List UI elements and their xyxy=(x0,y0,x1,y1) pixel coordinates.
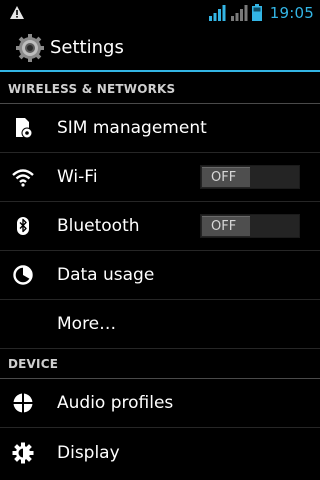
status-bar: 19:05 xyxy=(0,0,320,25)
section-header-wireless: WIRELESS & NETWORKS xyxy=(0,74,320,104)
wifi-toggle[interactable]: OFF xyxy=(200,165,300,189)
wifi-icon xyxy=(11,165,35,189)
settings-list: WIRELESS & NETWORKS SIM management Wi-Fi… xyxy=(0,74,320,477)
section-header-device: DEVICE xyxy=(0,349,320,379)
wifi-toggle-state: OFF xyxy=(202,167,250,187)
settings-item-label: Bluetooth xyxy=(57,216,140,236)
warning-triangle-icon xyxy=(10,6,24,19)
settings-gear-icon[interactable] xyxy=(16,33,44,62)
status-clock: 19:05 xyxy=(269,3,314,22)
audio-profiles-icon xyxy=(11,391,35,415)
sim-card-icon xyxy=(11,116,35,140)
settings-item-wifi[interactable]: Wi-Fi OFF xyxy=(0,153,320,202)
settings-item-audio-profiles[interactable]: Audio profiles xyxy=(0,379,320,428)
page-title: Settings xyxy=(50,37,124,58)
bluetooth-icon xyxy=(11,214,35,238)
bluetooth-toggle-state: OFF xyxy=(202,216,250,236)
settings-item-display[interactable]: Display xyxy=(0,428,320,477)
settings-item-label: More… xyxy=(57,314,117,334)
battery-icon xyxy=(251,4,262,21)
settings-item-label: Audio profiles xyxy=(57,393,174,413)
display-brightness-icon xyxy=(11,441,35,465)
signal-sim2-icon xyxy=(230,5,248,21)
bluetooth-toggle[interactable]: OFF xyxy=(200,214,300,238)
settings-item-more[interactable]: More… xyxy=(0,300,320,349)
settings-item-label: SIM management xyxy=(57,118,207,138)
settings-item-label: Data usage xyxy=(57,265,155,285)
action-bar: Settings xyxy=(0,25,320,72)
settings-item-data-usage[interactable]: Data usage xyxy=(0,251,320,300)
settings-item-label: Display xyxy=(57,442,120,463)
settings-item-bluetooth[interactable]: Bluetooth OFF xyxy=(0,202,320,251)
settings-item-sim-management[interactable]: SIM management xyxy=(0,104,320,153)
data-usage-icon xyxy=(11,263,35,287)
settings-item-label: Wi-Fi xyxy=(57,167,98,187)
signal-sim1-icon xyxy=(208,5,226,21)
status-indicators: 19:05 xyxy=(208,2,314,23)
